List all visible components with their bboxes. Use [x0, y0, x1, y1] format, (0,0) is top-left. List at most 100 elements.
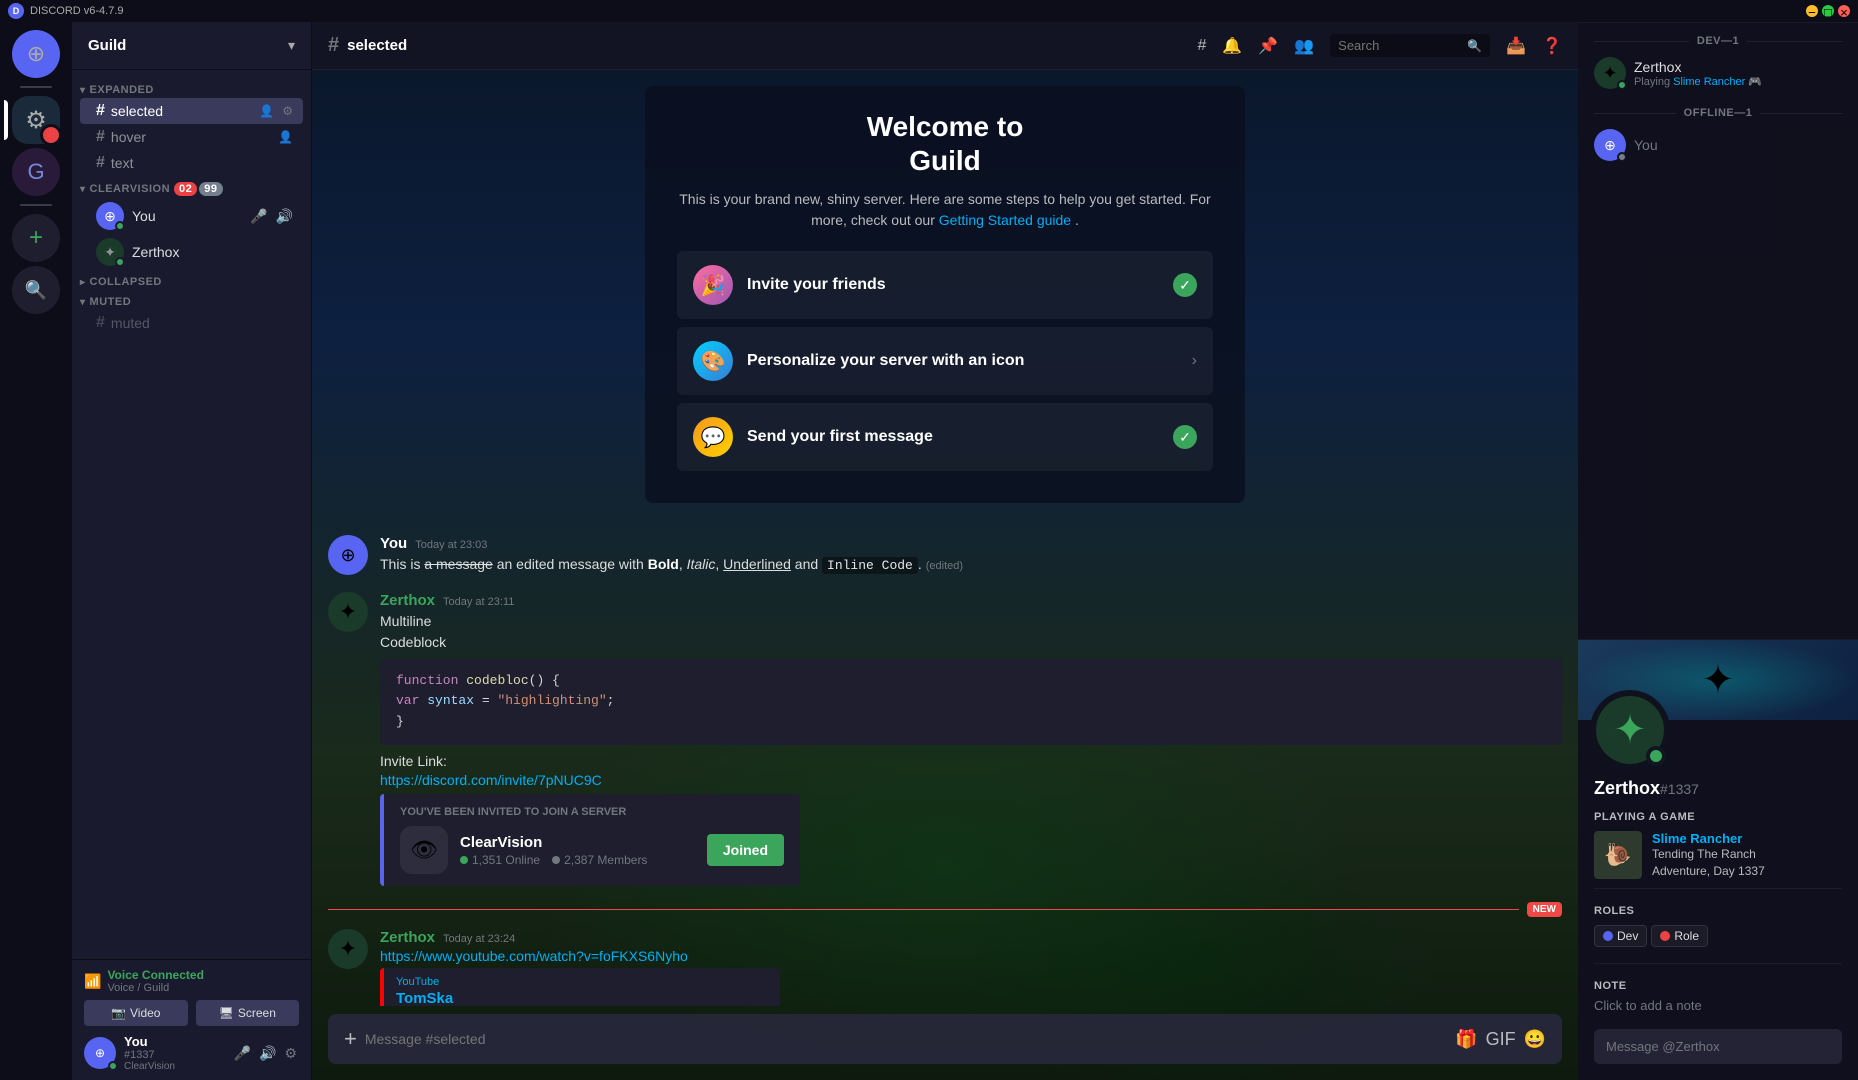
category-muted[interactable]: ▾ MUTED — [72, 290, 311, 310]
channel-invite-icon[interactable]: 👤 — [257, 102, 276, 120]
youtube-embed: YouTube TomSka asdfmovie10 — [380, 968, 780, 1006]
rp-you-info: You — [1634, 137, 1658, 153]
add-content-button[interactable]: + — [344, 1014, 357, 1064]
channel-settings-icon[interactable]: ⚙ — [280, 102, 295, 120]
roles-list: Dev Role — [1594, 925, 1842, 947]
member-you[interactable]: ⊕ You 🎤 🔊 — [80, 198, 303, 234]
voice-status: 📶 Voice Connected Voice / Guild — [84, 968, 299, 994]
settings-panel-icon[interactable]: ⚙ — [282, 1043, 299, 1064]
bell-icon[interactable]: 🔔 — [1222, 36, 1242, 56]
message-content-zerthox-2: Zerthox Today at 23:24 https://www.youtu… — [380, 929, 1562, 1006]
voice-connected-label: Voice Connected — [107, 968, 203, 982]
rp-zerthox-avatar: ✦ — [1594, 57, 1626, 89]
new-badge: NEW — [1527, 902, 1562, 917]
role-role[interactable]: Role — [1651, 925, 1708, 947]
task-invite-friends[interactable]: 🎉 Invite your friends ✓ — [677, 251, 1213, 319]
member-you-actions: 🎤 🔊 — [248, 206, 295, 227]
inbox-icon[interactable]: 📥 — [1506, 36, 1526, 56]
maximize-button[interactable]: □ — [1822, 5, 1834, 17]
explore-servers-button[interactable]: 🔍 — [12, 266, 60, 314]
mute-panel-icon[interactable]: 🎤 — [232, 1043, 253, 1064]
task-personalize[interactable]: 🎨 Personalize your server with an icon › — [677, 327, 1213, 395]
channel-invite-icon[interactable]: 👤 — [276, 128, 295, 146]
video-button[interactable]: 📷 Video — [84, 1000, 188, 1026]
rp-member-you[interactable]: ⊕ You — [1578, 123, 1858, 167]
rp-member-zerthox[interactable]: ✦ Zerthox Playing Slime Rancher 🎮 — [1578, 51, 1858, 95]
message-header-you: You Today at 23:03 — [380, 535, 1562, 552]
server-divider-2 — [20, 204, 52, 206]
server-icon-2[interactable]: G — [12, 148, 60, 196]
gif-icon[interactable]: GIF — [1486, 1029, 1516, 1050]
search-box[interactable]: 🔍 — [1330, 34, 1490, 57]
guild-chevron-icon: ▾ — [288, 37, 295, 54]
message-input[interactable] — [365, 1017, 1447, 1061]
member-zerthox[interactable]: ✦ Zerthox — [80, 234, 303, 270]
titlebar-controls[interactable]: − □ × — [1806, 5, 1850, 17]
channel-header: # selected # 🔔 📌 👥 🔍 📥 ❓ — [312, 22, 1578, 70]
role-role-label: Role — [1674, 929, 1699, 943]
screen-button[interactable]: 🖥 Screen — [196, 1000, 300, 1026]
activity-game-detail2: Adventure, Day 1337 — [1652, 863, 1842, 880]
voice-indicator-icon: 📶 — [84, 973, 101, 990]
channel-selected[interactable]: # selected 👤 ⚙ — [80, 98, 303, 124]
pin-icon[interactable]: 📌 — [1258, 36, 1278, 56]
mute-icon[interactable]: 🎤 — [248, 206, 269, 227]
msg-italic: Italic — [687, 556, 716, 572]
msg-text-4: , — [715, 556, 723, 572]
guild-header[interactable]: Guild ▾ — [72, 22, 311, 70]
message-time-you: Today at 23:03 — [415, 539, 487, 551]
user-panel-tag: #1337 — [124, 1049, 224, 1061]
channel-name: hover — [111, 129, 146, 145]
user-panel-name: You — [124, 1034, 224, 1049]
category-label: ClearVision — [90, 183, 170, 195]
role-dev[interactable]: Dev — [1594, 925, 1647, 947]
profile-name: Zerthox#1337 — [1578, 770, 1858, 803]
channel-text[interactable]: # text — [80, 150, 303, 176]
category-collapsed[interactable]: ▸ COLLAPSED — [72, 270, 311, 290]
server-icon-guild[interactable]: ⚙ — [12, 96, 60, 144]
profile-divider-1 — [1594, 888, 1842, 889]
category-clearvision[interactable]: ▾ ClearVision 02 99 — [72, 176, 311, 198]
members-icon[interactable]: 👥 — [1294, 36, 1314, 56]
channel-hover[interactable]: # hover 👤 — [80, 124, 303, 150]
close-button[interactable]: × — [1838, 5, 1850, 17]
msg-inline-code: Inline Code — [822, 557, 918, 574]
messages-area[interactable]: Welcome toGuild This is your brand new, … — [312, 70, 1578, 1006]
headphones-panel-icon[interactable]: 🔊 — [257, 1043, 278, 1064]
welcome-subtitle: This is your brand new, shiny server. He… — [677, 189, 1213, 231]
channel-hash-icon: # — [96, 154, 105, 172]
channel-list: ▾ EXPANDED # selected 👤 ⚙ # hover 👤 — [72, 70, 311, 959]
hash-icon[interactable]: # — [1197, 37, 1206, 55]
activity-game-detail1: Tending The Ranch — [1652, 846, 1842, 863]
member-zerthox-avatar: ✦ — [96, 238, 124, 266]
channel-muted[interactable]: # muted — [80, 310, 303, 336]
add-server-button[interactable]: + — [12, 214, 60, 262]
message-input-area: + 🎁 GIF 😀 — [312, 1006, 1578, 1080]
header-icons: # 🔔 📌 👥 🔍 📥 ❓ — [1197, 34, 1562, 57]
help-icon[interactable]: ❓ — [1542, 36, 1562, 56]
youtube-link[interactable]: https://www.youtube.com/watch?v=foFKXS6N… — [380, 948, 1562, 964]
activity-game-name: Slime Rancher — [1652, 831, 1842, 846]
dm-input[interactable]: Message @Zerthox — [1594, 1029, 1842, 1064]
deafen-icon[interactable]: 🔊 — [274, 206, 295, 227]
channel-hash-icon: # — [96, 128, 105, 146]
zerthox-avatar-1: ✦ — [328, 592, 368, 632]
gift-icon[interactable]: 🎁 — [1455, 1029, 1477, 1050]
member-you-status — [115, 221, 125, 231]
minimize-button[interactable]: − — [1806, 5, 1818, 17]
invite-joined-button[interactable]: Joined — [707, 834, 784, 866]
getting-started-link[interactable]: Getting Started guide — [939, 212, 1071, 228]
code-line-2: var syntax = "highlighting"; — [396, 691, 1546, 712]
task-first-message[interactable]: 💬 Send your first message ✓ — [677, 403, 1213, 471]
search-input[interactable] — [1338, 38, 1461, 53]
note-input[interactable]: Click to add a note — [1594, 998, 1842, 1013]
app-title: DISCORD v6-4.7.9 — [30, 5, 124, 17]
discord-home-button[interactable]: ⊕ — [12, 30, 60, 78]
code-line-3: } — [396, 712, 1546, 733]
message-group-zerthox-2: ✦ Zerthox Today at 23:24 https://www.you… — [328, 929, 1562, 1006]
emoji-icon[interactable]: 😀 — [1524, 1029, 1546, 1050]
user-status-dot — [108, 1061, 118, 1071]
invite-link[interactable]: https://discord.com/invite/7pNUC9C — [380, 772, 1562, 788]
category-chevron-icon: ▸ — [80, 277, 86, 288]
category-expanded[interactable]: ▾ EXPANDED — [72, 78, 311, 98]
